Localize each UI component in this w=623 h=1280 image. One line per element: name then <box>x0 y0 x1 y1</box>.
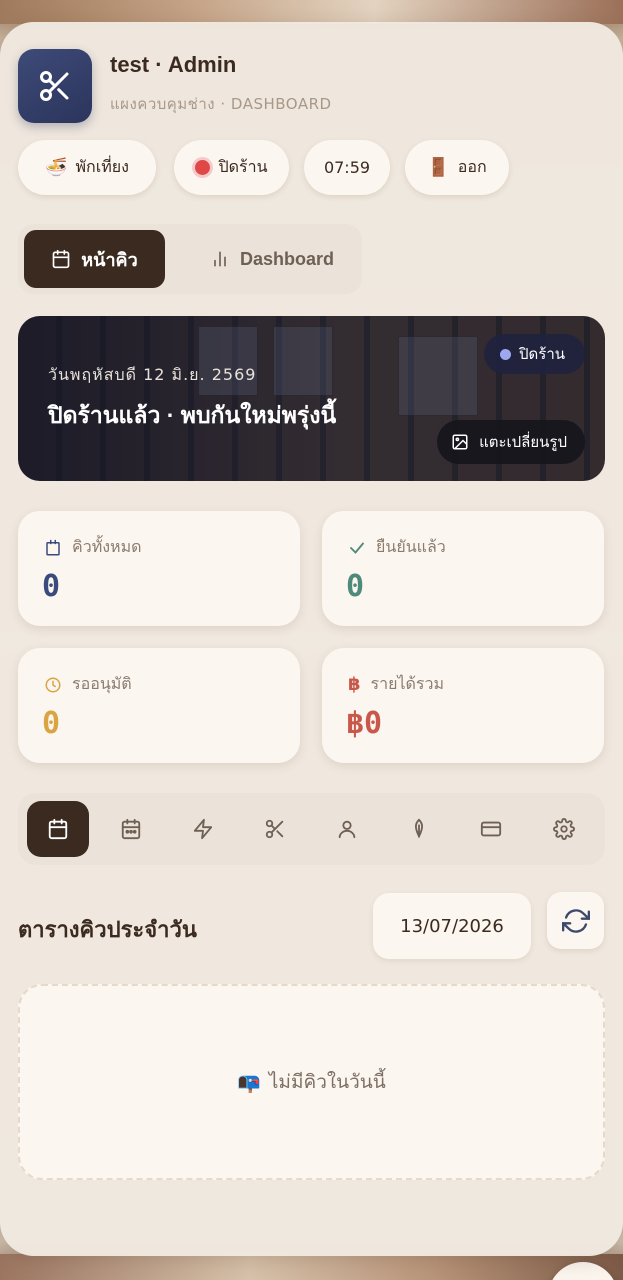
leaf-icon <box>414 818 424 839</box>
schedule-date-input[interactable]: 13/07/2026 <box>373 893 531 959</box>
close-shop-label: ปิดร้าน <box>218 157 268 176</box>
mailbox-icon: 📭 <box>237 1071 261 1094</box>
tab-dashboard[interactable]: Dashboard <box>188 230 356 288</box>
calendar-grid-icon <box>121 818 141 840</box>
change-image-button[interactable]: แตะเปลี่ยนรูป <box>437 420 585 464</box>
calendar-icon <box>46 539 60 555</box>
toolbar-calendar-button[interactable] <box>27 801 89 857</box>
toolbar-services-button[interactable] <box>244 801 306 857</box>
page-title: test · Admin <box>110 52 237 77</box>
refresh-icon <box>561 908 590 933</box>
time-label: 07:59 <box>323 158 371 177</box>
empty-state-text: ไม่มีคิวในวันนี้ <box>268 1071 386 1093</box>
stat-card-revenue: ฿ รายได้รวม ฿0 <box>322 648 604 763</box>
stat-revenue-value: ฿0 <box>346 706 383 741</box>
time-button[interactable]: 07:59 <box>304 140 390 195</box>
banner-window <box>398 336 478 416</box>
toolbar-payment-button[interactable] <box>460 801 522 857</box>
noodle-icon: 🍜 <box>45 157 68 178</box>
banner-title: ปิดร้านแล้ว · พบกันใหม่พรุ่งนี้ <box>48 402 337 428</box>
door-icon: 🚪 <box>427 157 450 178</box>
user-icon <box>338 820 356 839</box>
lunch-break-label: พักเที่ยง <box>75 157 129 176</box>
view-tabs: หน้าคิว Dashboard <box>18 224 362 294</box>
calendar-icon <box>52 249 70 269</box>
check-icon <box>350 542 364 554</box>
lunch-break-button[interactable]: 🍜 พักเที่ยง <box>18 140 156 195</box>
background-top <box>0 0 623 24</box>
tab-queue[interactable]: หน้าคิว <box>24 230 165 288</box>
change-image-label: แตะเปลี่ยนรูป <box>479 433 567 451</box>
stat-card-confirmed: ยืนยันแล้ว 0 <box>322 511 604 626</box>
status-dot-icon <box>500 348 511 360</box>
app-logo <box>18 49 92 123</box>
lightning-icon <box>193 818 213 840</box>
logout-button[interactable]: 🚪 ออก <box>405 140 509 195</box>
calendar-icon <box>48 818 68 840</box>
baht-icon: ฿ <box>348 674 361 695</box>
background-bottom <box>0 1254 623 1280</box>
stat-pending-value: 0 <box>42 706 61 741</box>
schedule-title: ตารางคิวประจำวัน <box>18 917 197 942</box>
scissors-icon <box>265 819 284 839</box>
banner-window <box>273 326 333 396</box>
gear-icon <box>553 818 575 840</box>
bar-chart-icon <box>214 251 226 267</box>
status-badge: ปิดร้าน <box>484 334 585 374</box>
toolbar-quick-button[interactable] <box>172 801 234 857</box>
stat-total-value: 0 <box>42 569 61 604</box>
section-toolbar <box>18 793 605 865</box>
refresh-button[interactable] <box>547 892 604 949</box>
scissors-icon <box>40 71 69 101</box>
status-dot-icon <box>195 160 211 175</box>
tab-dashboard-label: Dashboard <box>239 248 335 269</box>
banner-date: วันพฤหัสบดี 12 มิ.ย. 2569 <box>48 365 257 384</box>
tab-queue-label: หน้าคิว <box>81 249 138 270</box>
stat-card-total: คิวทั้งหมด 0 <box>18 511 300 626</box>
shop-status-banner: วันพฤหัสบดี 12 มิ.ย. 2569 ปิดร้านแล้ว · … <box>18 316 605 481</box>
empty-queue-state: 📭 ไม่มีคิวในวันนี้ <box>18 984 605 1180</box>
stat-confirmed-value: 0 <box>346 569 365 604</box>
stat-card-pending: รออนุมัติ 0 <box>18 648 300 763</box>
stat-pending-label: รออนุมัติ <box>72 674 132 693</box>
toolbar-schedule-button[interactable] <box>100 801 162 857</box>
status-badge-label: ปิดร้าน <box>519 345 565 363</box>
toolbar-settings-button[interactable] <box>533 801 595 857</box>
card-icon <box>480 821 502 837</box>
stat-revenue-label: รายได้รวม <box>370 674 445 693</box>
stat-total-label: คิวทั้งหมด <box>72 537 142 556</box>
stat-confirmed-label: ยืนยันแล้ว <box>376 537 446 556</box>
toolbar-products-button[interactable] <box>388 801 450 857</box>
clock-icon <box>45 677 61 692</box>
toolbar-users-button[interactable] <box>316 801 378 857</box>
close-shop-button[interactable]: ปิดร้าน <box>174 140 289 195</box>
page-subtitle: แผงควบคุมช่าง · DASHBOARD <box>110 95 332 113</box>
logout-label: ออก <box>457 157 487 176</box>
image-icon <box>452 434 468 450</box>
